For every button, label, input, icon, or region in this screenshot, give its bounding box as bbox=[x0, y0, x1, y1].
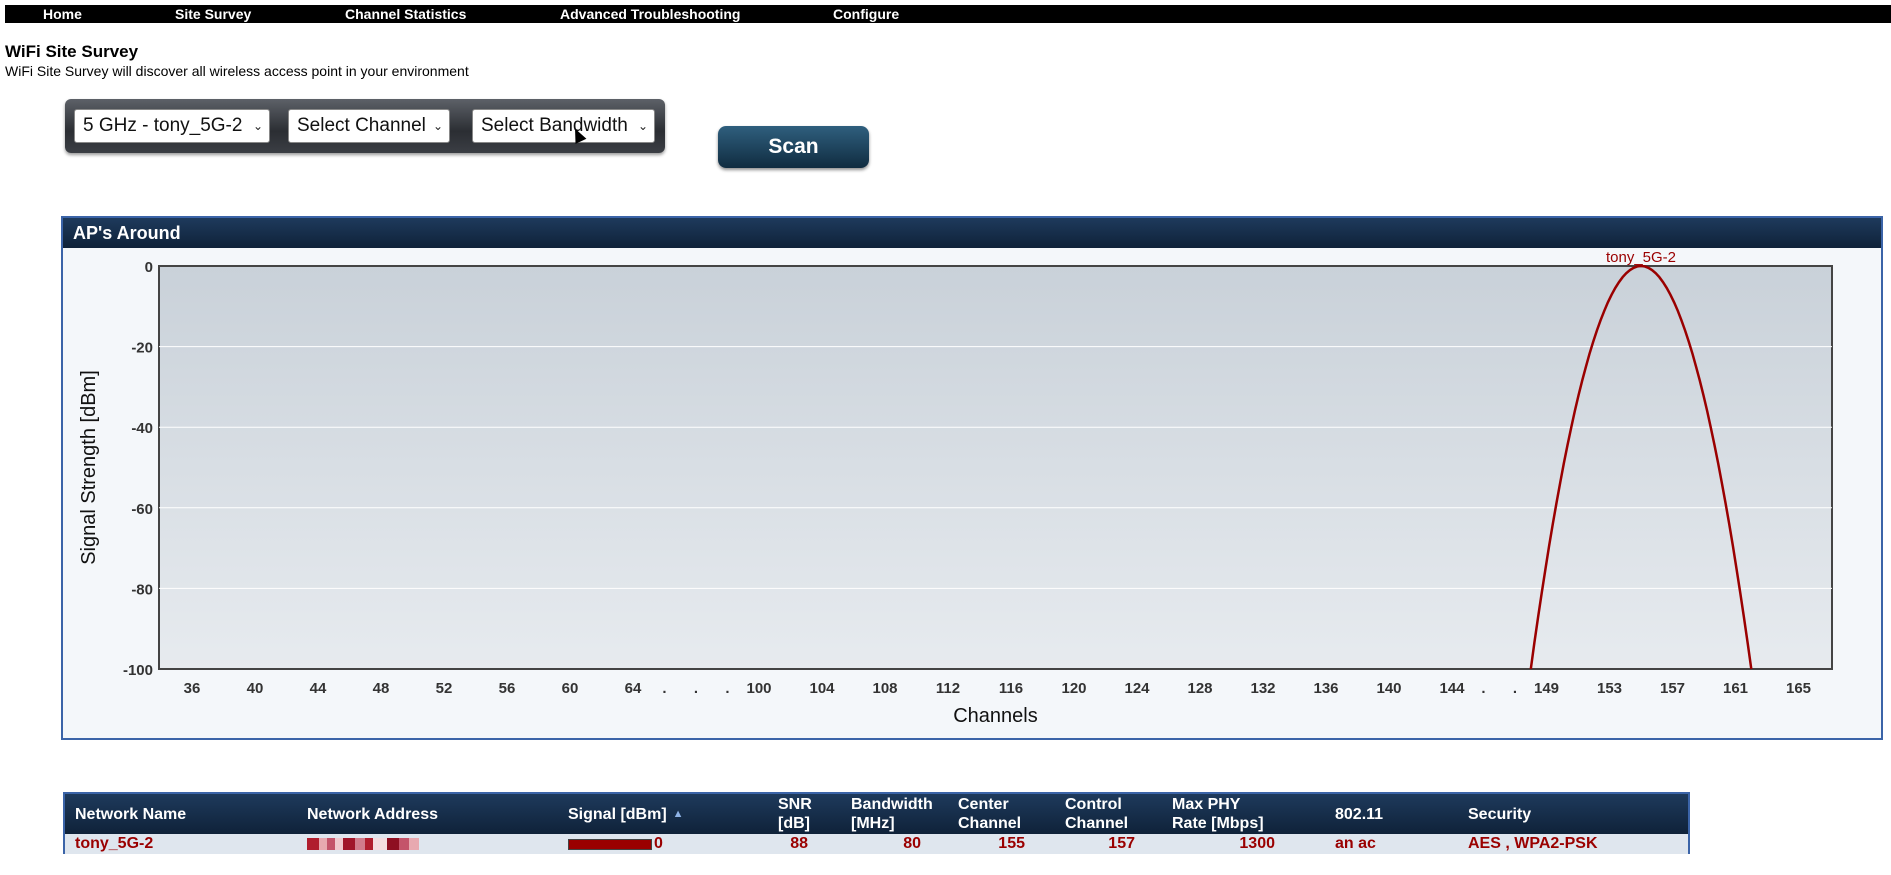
x-tick-label: 104 bbox=[809, 680, 835, 697]
col-center-channel[interactable]: Center Channel bbox=[958, 794, 1021, 834]
x-tick-label: 124 bbox=[1124, 680, 1150, 697]
x-tick-label: 60 bbox=[562, 680, 579, 697]
col-network-name[interactable]: Network Name bbox=[75, 794, 186, 834]
series-label: tony_5G-2 bbox=[1606, 249, 1676, 266]
x-axis-title: Channels bbox=[953, 705, 1038, 727]
y-axis-title: Signal Strength [dBm] bbox=[78, 370, 100, 565]
col-signal[interactable]: Signal [dBm] ▲ bbox=[568, 794, 684, 834]
table-header: Network Name Network Address Signal [dBm… bbox=[65, 794, 1688, 834]
ap-table: Network Name Network Address Signal [dBm… bbox=[63, 792, 1690, 854]
page-title: WiFi Site Survey bbox=[5, 42, 139, 61]
y-tick-label: -20 bbox=[131, 340, 153, 357]
y-tick-label: 0 bbox=[145, 259, 153, 276]
aps-around-panel: 0 -20 -40 -60 -80 -100 36 40 44 48 52 56 60 64... 100 1… bbox=[61, 216, 1883, 740]
nav-advanced-troubleshooting[interactable]: Advanced Troubleshooting bbox=[560, 5, 740, 23]
sort-ascending-icon[interactable]: ▲ bbox=[673, 805, 684, 824]
cell-snr: 88 bbox=[790, 835, 808, 852]
chevron-down-icon: ⌄ bbox=[252, 119, 263, 133]
col-control-channel[interactable]: Control Channel bbox=[1065, 794, 1128, 834]
x-tick-label: . bbox=[1481, 680, 1485, 697]
x-tick-label: 116 bbox=[999, 680, 1023, 697]
x-tick-label: 153 bbox=[1597, 680, 1622, 697]
x-tick-label: 40 bbox=[247, 680, 264, 697]
signal-strength-bar bbox=[568, 839, 652, 850]
page-subtitle: WiFi Site Survey will discover all wirel… bbox=[5, 63, 469, 79]
col-security[interactable]: Security bbox=[1468, 794, 1531, 834]
col-network-address[interactable]: Network Address bbox=[307, 794, 438, 834]
x-tick-label: 112 bbox=[936, 680, 960, 697]
x-tick-label: . bbox=[694, 680, 698, 697]
x-tick-label: 52 bbox=[436, 680, 453, 697]
table-row[interactable]: tony_5G-2 0 88 80 155 157 1300 an ac AES… bbox=[65, 834, 1688, 854]
plot-area bbox=[158, 265, 1833, 670]
cell-signal: 0 bbox=[654, 835, 663, 852]
x-tick-label: 161 bbox=[1723, 680, 1748, 697]
y-tick-label: -40 bbox=[131, 420, 153, 437]
x-tick-label: 144 bbox=[1439, 680, 1465, 697]
x-tick-label: . bbox=[725, 680, 729, 697]
band-select-value: 5 GHz - tony_5G-2 bbox=[83, 115, 243, 136]
scan-options-panel: 5 GHz - tony_5G-2 ⌄ Select Channel ⌄ Sel… bbox=[65, 99, 665, 153]
nav-channel-statistics[interactable]: Channel Statistics bbox=[345, 5, 466, 23]
col-max-phy-rate[interactable]: Max PHY Rate [Mbps] bbox=[1172, 794, 1264, 834]
x-tick-label: 100 bbox=[746, 680, 771, 697]
col-bandwidth[interactable]: Bandwidth [MHz] bbox=[851, 794, 933, 834]
nav-configure[interactable]: Configure bbox=[833, 5, 899, 23]
x-tick-label: 36 bbox=[184, 680, 201, 697]
x-tick-label: . bbox=[1513, 680, 1517, 697]
y-tick-label: -80 bbox=[131, 581, 153, 598]
col-signal-label: Signal [dBm] bbox=[568, 805, 667, 823]
x-tick-label: 165 bbox=[1786, 680, 1811, 697]
channel-select-value: Select Channel bbox=[297, 115, 426, 136]
x-tick-label: 48 bbox=[373, 680, 390, 697]
cell-80211: an ac bbox=[1335, 835, 1376, 852]
nav-site-survey[interactable]: Site Survey bbox=[175, 5, 251, 23]
x-tick-label: 140 bbox=[1376, 680, 1401, 697]
x-tick-label: 157 bbox=[1660, 680, 1685, 697]
cell-bandwidth: 80 bbox=[903, 835, 921, 852]
bandwidth-select[interactable]: Select Bandwidth ⌄ bbox=[472, 109, 655, 143]
x-tick-label: . bbox=[662, 680, 666, 697]
x-tick-label: 120 bbox=[1061, 680, 1086, 697]
x-tick-label: 136 bbox=[1313, 680, 1338, 697]
x-tick-label: 56 bbox=[499, 680, 516, 697]
band-select[interactable]: 5 GHz - tony_5G-2 ⌄ bbox=[74, 109, 270, 143]
x-tick-label: 128 bbox=[1187, 680, 1212, 697]
chevron-down-icon: ⌄ bbox=[432, 119, 443, 133]
bandwidth-select-value: Select Bandwidth bbox=[481, 115, 628, 136]
chevron-down-icon: ⌄ bbox=[637, 119, 648, 133]
top-nav: Home Site Survey Channel Statistics Adva… bbox=[5, 5, 1891, 23]
x-tick-label: 64 bbox=[625, 680, 642, 697]
y-tick-label: -60 bbox=[131, 501, 153, 518]
cell-network-name: tony_5G-2 bbox=[75, 835, 154, 852]
scan-button[interactable]: Scan bbox=[718, 126, 869, 168]
col-80211[interactable]: 802.11 bbox=[1335, 794, 1383, 834]
cell-control-channel: 157 bbox=[1108, 835, 1135, 852]
cell-center-channel: 155 bbox=[998, 835, 1025, 852]
col-snr[interactable]: SNR [dB] bbox=[778, 794, 812, 834]
cell-security: AES , WPA2-PSK bbox=[1468, 835, 1598, 852]
x-tick-label: 44 bbox=[310, 680, 327, 697]
x-tick-label: 108 bbox=[872, 680, 897, 697]
aps-around-header: AP's Around bbox=[63, 218, 1881, 248]
nav-home[interactable]: Home bbox=[43, 5, 82, 23]
cell-max-phy-rate: 1300 bbox=[1239, 835, 1275, 852]
channel-select[interactable]: Select Channel ⌄ bbox=[288, 109, 450, 143]
signal-chart: 0 -20 -40 -60 -80 -100 36 40 44 48 52 56 60 64... 100 1… bbox=[78, 249, 1833, 727]
x-tick-label: 149 bbox=[1534, 680, 1559, 697]
network-address-redacted bbox=[307, 838, 419, 850]
x-tick-label: 132 bbox=[1250, 680, 1275, 697]
y-tick-label: -100 bbox=[123, 662, 153, 679]
